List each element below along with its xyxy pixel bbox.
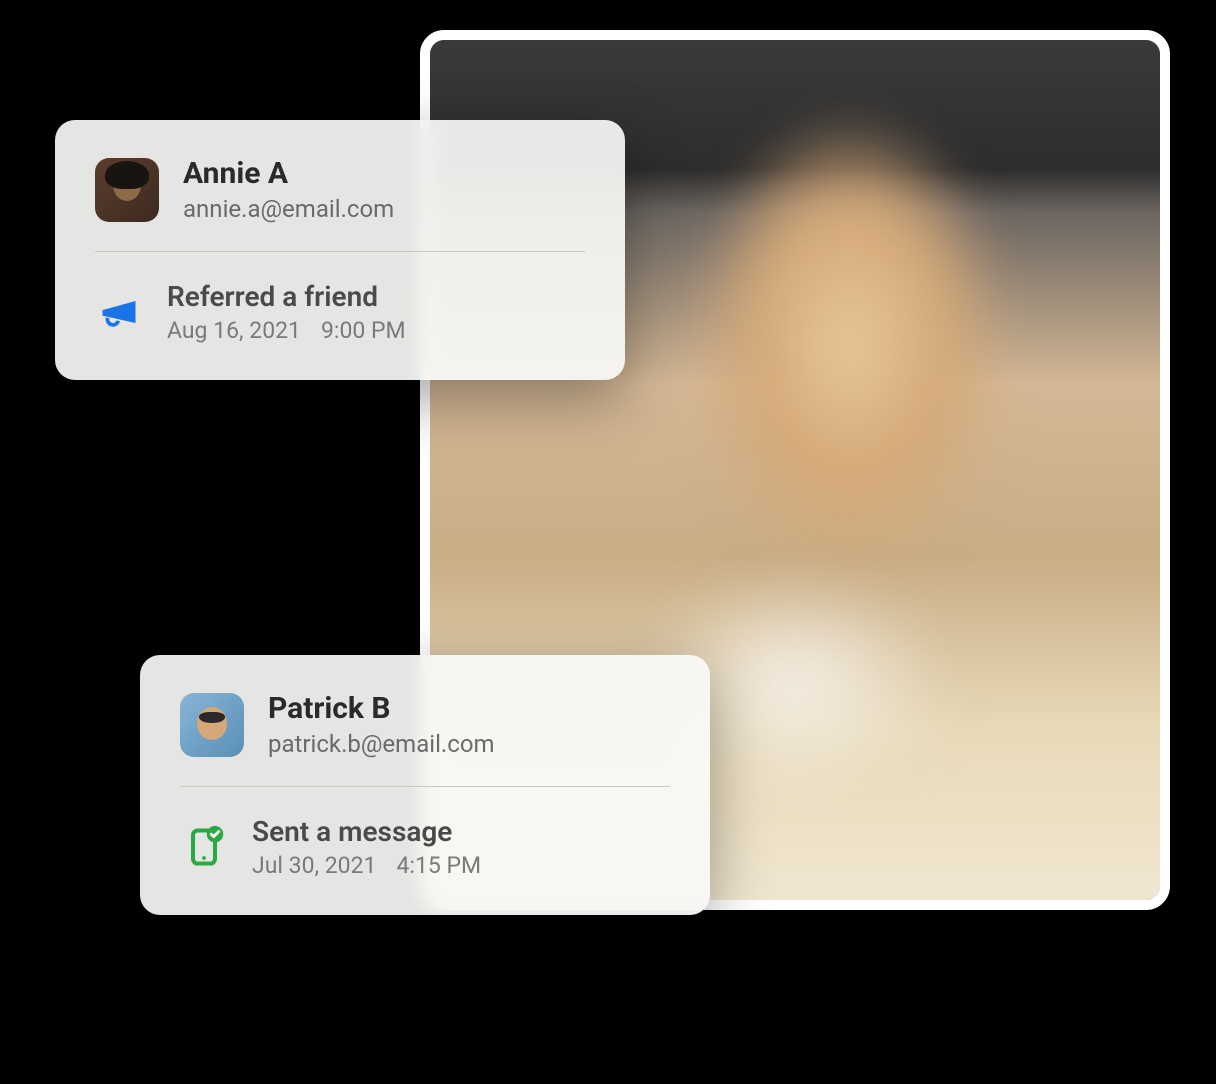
user-name: Patrick B <box>268 691 495 726</box>
avatar <box>180 693 244 757</box>
activity-date: Aug 16, 2021 <box>167 317 301 344</box>
user-email: annie.a@email.com <box>183 195 394 223</box>
activity-meta: Jul 30, 2021 4:15 PM <box>252 852 481 879</box>
activity-time: 9:00 PM <box>321 317 406 344</box>
user-email: patrick.b@email.com <box>268 730 495 758</box>
divider <box>180 786 670 787</box>
avatar <box>95 158 159 222</box>
megaphone-icon <box>95 288 143 336</box>
phone-check-icon <box>180 823 228 871</box>
activity-meta: Aug 16, 2021 9:00 PM <box>167 317 406 344</box>
user-info: Patrick B patrick.b@email.com <box>268 691 495 758</box>
activity-title: Sent a message <box>252 815 481 848</box>
activity-time: 4:15 PM <box>396 852 481 879</box>
divider <box>95 251 585 252</box>
user-info: Annie A annie.a@email.com <box>183 156 394 223</box>
card-header: Annie A annie.a@email.com <box>95 156 585 251</box>
activity-card: Annie A annie.a@email.com Referred a fri… <box>55 120 625 380</box>
activity-info: Referred a friend Aug 16, 2021 9:00 PM <box>167 280 406 344</box>
activity-card: Patrick B patrick.b@email.com Sent a mes… <box>140 655 710 915</box>
activity-row: Referred a friend Aug 16, 2021 9:00 PM <box>95 280 585 344</box>
activity-row: Sent a message Jul 30, 2021 4:15 PM <box>180 815 670 879</box>
card-header: Patrick B patrick.b@email.com <box>180 691 670 786</box>
activity-title: Referred a friend <box>167 280 406 313</box>
activity-info: Sent a message Jul 30, 2021 4:15 PM <box>252 815 481 879</box>
user-name: Annie A <box>183 156 394 191</box>
activity-date: Jul 30, 2021 <box>252 852 376 879</box>
